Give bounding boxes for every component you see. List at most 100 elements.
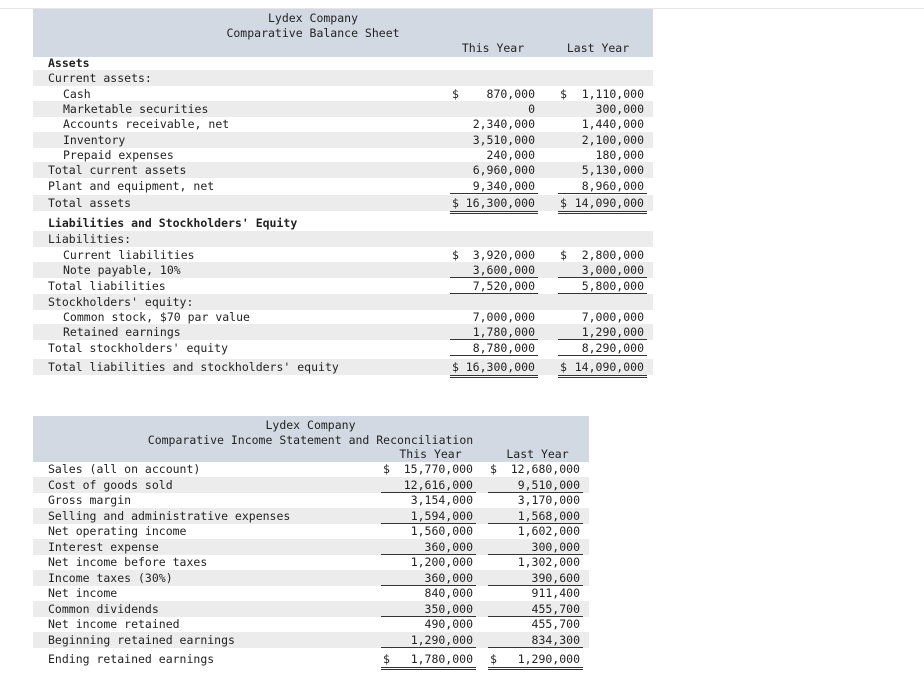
value-last: 5,800,000 (581, 279, 644, 293)
value-cell-last: 180,000 (558, 147, 647, 163)
row-label: Net income before taxes (48, 555, 208, 569)
value-this: 350,000 (424, 602, 473, 616)
row-label: Cash (63, 87, 91, 101)
value-last: 14,090,000 (574, 196, 644, 210)
row-label: Current liabilities (63, 248, 195, 262)
statement-row: Cash $870,000 $1,110,000 (33, 86, 653, 102)
income-statement-col-last-year: Last Year (506, 447, 569, 461)
currency-symbol: $ (452, 87, 459, 101)
statement-row: Assets (33, 55, 653, 71)
value-cell-last: $14,090,000 (558, 359, 647, 378)
value-last: 3,170,000 (517, 493, 580, 507)
statement-row: Net income before taxes 1,200,000 1,302,00… (33, 554, 589, 570)
statement-row: Liabilities and Stockholders' Equity (33, 215, 653, 231)
value-this: 8,780,000 (472, 341, 535, 355)
value-cell-last: 455,700 (488, 616, 583, 631)
statement-row: Net income retained 490,000 455,700 (33, 616, 589, 632)
value-cell-this: 2,340,000 (450, 116, 538, 131)
value-cell-last (558, 294, 647, 309)
statement-row: Common stock, $70 par value 7,000,000 7,00… (33, 309, 653, 325)
value-this: 870,000 (486, 87, 535, 101)
value-cell-last: 1,290,000 (558, 324, 647, 340)
value-cell-this: 240,000 (450, 147, 538, 163)
row-label: Accounts receivable, net (63, 117, 230, 131)
value-last: 1,568,000 (517, 509, 580, 523)
value-cell-this: 1,560,000 (381, 523, 476, 538)
balance-sheet-company: Lydex Company (267, 11, 358, 25)
income-statement-title: Comparative Income Statement and Reconci… (147, 433, 474, 447)
value-cell-this: 9,340,000 (450, 178, 538, 194)
value-last: 8,290,000 (581, 341, 644, 355)
value-this: 1,594,000 (410, 509, 473, 523)
currency-symbol: $ (452, 196, 459, 210)
row-label: Sales (all on account) (48, 462, 201, 476)
value-cell-this: 7,520,000 (450, 278, 538, 294)
value-cell-this (450, 231, 538, 246)
value-this: 16,300,000 (465, 196, 535, 210)
value-cell-this: 6,960,000 (450, 162, 538, 177)
value-last: 300,000 (531, 540, 580, 554)
statement-row: Plant and equipment, net 9,340,000 8,960,0… (33, 178, 653, 194)
statement-row: Retained earnings 1,780,000 1,290,000 (33, 324, 653, 340)
value-cell-last: 300,000 (488, 539, 583, 555)
value-this: 1,290,000 (410, 633, 473, 647)
value-this: 12,616,000 (403, 478, 473, 492)
statement-row: Liabilities: (33, 231, 653, 247)
row-label: Interest expense (48, 540, 159, 554)
value-cell-last: 3,000,000 (558, 262, 647, 278)
value-this: 3,510,000 (472, 133, 535, 147)
row-label: Ending retained earnings (48, 652, 215, 666)
value-this: 2,340,000 (472, 117, 535, 131)
value-cell-last: 9,510,000 (488, 477, 583, 493)
value-this: 1,560,000 (410, 524, 473, 538)
value-cell-this (450, 70, 538, 85)
statement-row: Beginning retained earnings 1,290,000 834,… (33, 632, 589, 648)
statement-row: Total liabilities 7,520,000 5,800,000 (33, 278, 653, 294)
currency-symbol: $ (383, 652, 390, 666)
statement-row: Cost of goods sold 12,616,000 9,510,000 (33, 477, 589, 493)
balance-sheet-title: Comparative Balance Sheet (226, 26, 400, 40)
income-statement-company: Lydex Company (265, 418, 356, 432)
row-label: Plant and equipment, net (48, 179, 215, 193)
statement-row: Total liabilities and stockholders' equi… (33, 359, 653, 378)
value-last: 14,090,000 (574, 360, 644, 374)
statement-row: Sales (all on account) $15,770,000 $12,680… (33, 461, 589, 477)
value-cell-this: $870,000 (450, 86, 538, 101)
value-last: 2,100,000 (581, 133, 644, 147)
row-label: Total liabilities and stockholders' equi… (48, 360, 339, 374)
statement-row: Marketable securities 0 300,000 (33, 101, 653, 117)
value-cell-last: $1,110,000 (558, 86, 647, 101)
value-cell-last: $2,800,000 (558, 247, 647, 262)
value-cell-last: $14,090,000 (558, 195, 647, 214)
row-label: Common dividends (48, 602, 159, 616)
currency-symbol: $ (490, 462, 497, 476)
row-label: Retained earnings (63, 325, 181, 339)
value-this: 15,770,000 (403, 462, 473, 476)
value-cell-last: 2,100,000 (558, 132, 647, 147)
value-cell-last: 8,960,000 (558, 178, 647, 194)
statement-row: Total assets $16,300,000 $14,090,000 (33, 195, 653, 214)
value-last: 8,960,000 (581, 179, 644, 193)
value-cell-this: 360,000 (381, 539, 476, 555)
value-this: 1,780,000 (410, 652, 473, 666)
row-label: Common stock, $70 par value (63, 310, 250, 324)
statement-row: Total stockholders' equity 8,780,000 8,290… (33, 340, 653, 356)
balance-sheet-col-this-year: This Year (461, 41, 525, 55)
currency-symbol: $ (490, 652, 497, 666)
value-this: 360,000 (424, 540, 473, 554)
value-last: 1,440,000 (581, 117, 644, 131)
value-cell-this: 840,000 (381, 585, 476, 600)
statement-row: Income taxes (30%) 360,000 390,600 (33, 570, 589, 586)
value-cell-this: 3,154,000 (381, 492, 476, 507)
row-label: Net income retained (48, 617, 180, 631)
currency-symbol: $ (452, 360, 459, 374)
row-label: Cost of goods sold (48, 478, 173, 492)
statement-row: Current assets: (33, 70, 653, 86)
value-this: 840,000 (424, 586, 473, 600)
value-cell-last: 1,602,000 (488, 523, 583, 538)
row-label: Prepaid expenses (63, 148, 174, 162)
row-label: Beginning retained earnings (48, 633, 235, 647)
statement-row: Current liabilities $3,920,000 $2,800,000 (33, 247, 653, 263)
value-cell-last (558, 215, 647, 230)
value-cell-this: 3,510,000 (450, 132, 538, 147)
